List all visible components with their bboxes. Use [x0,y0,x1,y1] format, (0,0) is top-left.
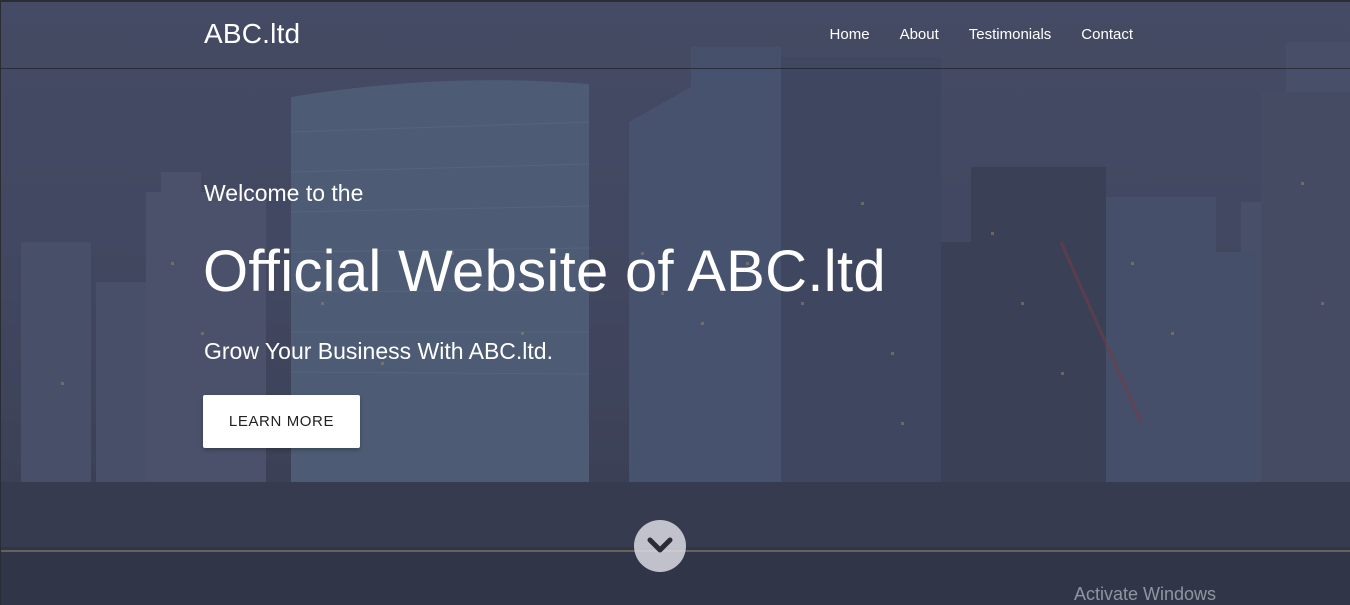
brand-logo-link[interactable]: ABC.ltd [204,18,300,50]
nav-link-testimonials[interactable]: Testimonials [969,26,1052,43]
navbar: ABC.ltd Home About Testimonials Contact [1,2,1350,69]
hero-section: ABC.ltd Home About Testimonials Contact … [0,0,1350,605]
nav-link-home[interactable]: Home [830,26,870,43]
hero-headline: Official Website of ABC.ltd [203,239,886,304]
learn-more-button[interactable]: LEARN MORE [203,395,360,448]
scroll-down-button[interactable] [634,520,686,572]
hero-tagline: Grow Your Business With ABC.ltd. [204,338,553,364]
activate-windows-watermark: Activate Windows [1074,584,1217,604]
nav-link-about[interactable]: About [900,26,939,43]
hero-welcome-text: Welcome to the [204,180,364,206]
nav-link-contact[interactable]: Contact [1081,26,1133,43]
nav-links: Home About Testimonials Contact [830,26,1133,43]
chevron-down-icon [647,537,673,553]
